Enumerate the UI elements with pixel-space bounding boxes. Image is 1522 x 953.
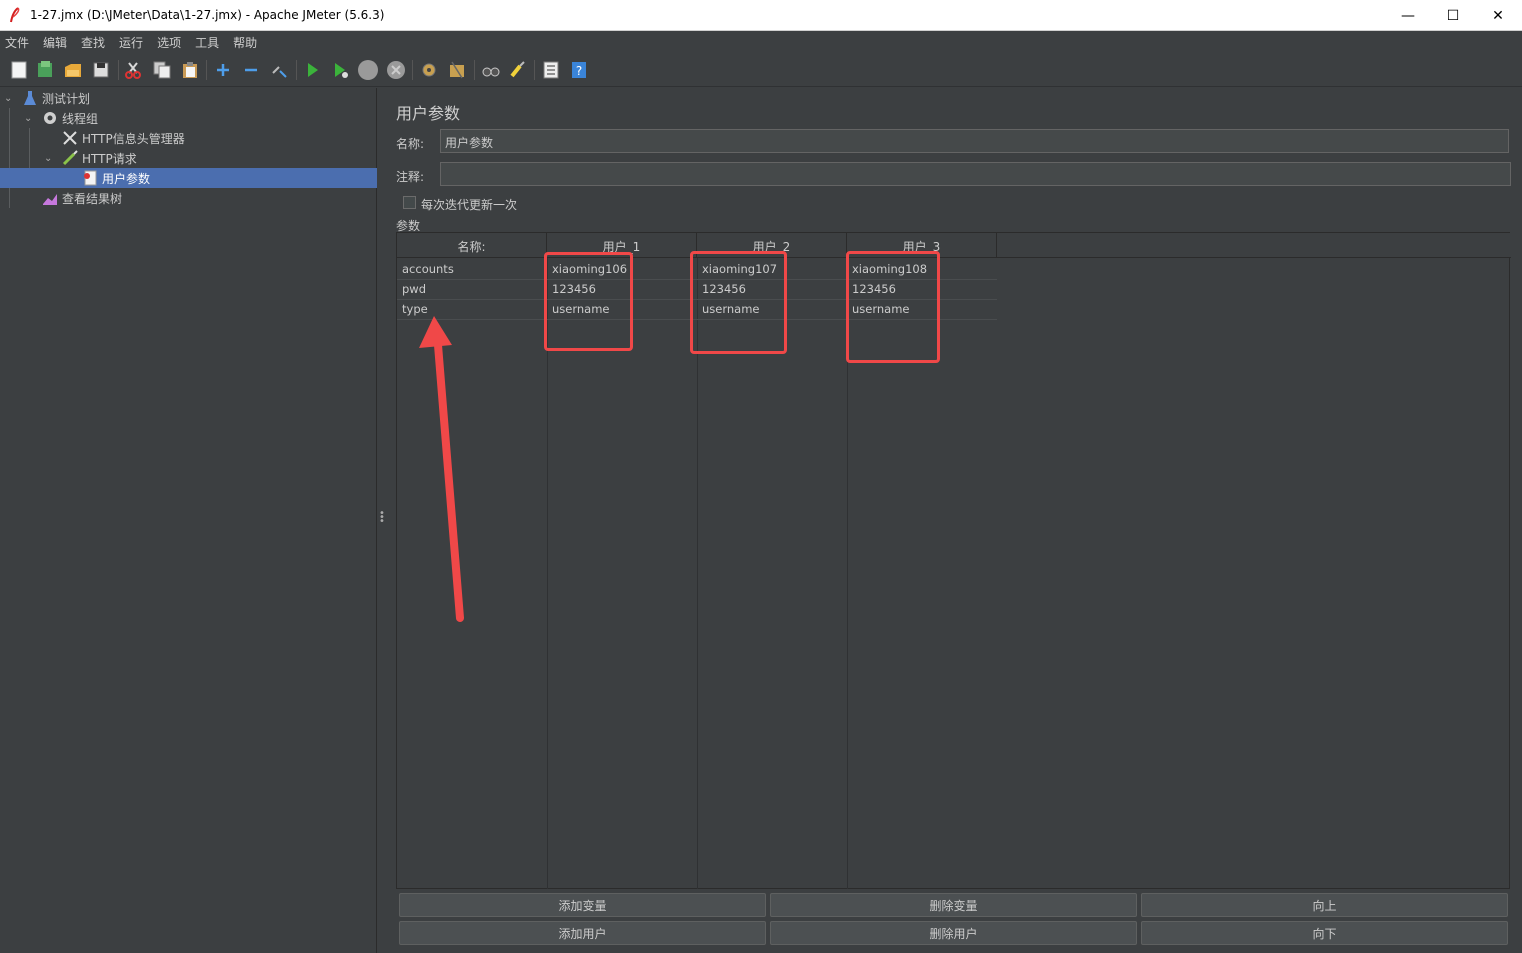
help-icon[interactable]: ? [568, 59, 590, 81]
copy-icon[interactable] [151, 59, 173, 81]
comment-field[interactable] [440, 162, 1511, 186]
comment-label: 注释: [396, 170, 425, 184]
update-per-iteration-checkbox[interactable] [403, 196, 416, 209]
shutdown-icon[interactable] [385, 59, 407, 81]
reset-search-icon[interactable] [507, 59, 529, 81]
maximize-button[interactable]: ☐ [1430, 0, 1476, 31]
tree-item-thread-group[interactable]: ⌄ 线程组 [0, 108, 377, 128]
window-title: 1-27.jmx (D:\JMeter\Data\1-27.jmx) - Apa… [30, 8, 385, 22]
add-variable-button[interactable]: 添加变量 [399, 893, 766, 917]
toolbar: ? [0, 53, 1522, 87]
templates-icon[interactable] [34, 59, 56, 81]
function-helper-icon[interactable] [540, 59, 562, 81]
table-cell[interactable]: pwd [397, 279, 547, 299]
tree-item-label: 线程组 [62, 111, 99, 126]
wrench-icon [62, 130, 78, 146]
flask-icon [22, 90, 38, 106]
close-icon: ✕ [1492, 7, 1504, 24]
menu-run[interactable]: 运行 [118, 34, 150, 51]
new-icon[interactable] [8, 59, 30, 81]
checkbox-label: 每次迭代更新一次 [421, 198, 518, 212]
menu-tools[interactable]: 工具 [194, 34, 226, 51]
save-icon[interactable] [90, 59, 112, 81]
cut-icon[interactable] [122, 59, 144, 81]
collapse-icon[interactable] [240, 59, 262, 81]
name-field[interactable]: 用户参数 [440, 129, 1509, 153]
name-label: 名称: [396, 137, 425, 151]
clear-all-icon[interactable] [446, 59, 468, 81]
tree-item-test-plan[interactable]: ⌄ 测试计划 [0, 88, 377, 108]
tree-item-label: HTTP信息头管理器 [82, 131, 185, 146]
tree-item-view-results-tree[interactable]: 查看结果树 [0, 188, 377, 208]
start-no-pause-icon[interactable] [329, 59, 351, 81]
expand-icon[interactable] [212, 59, 234, 81]
chevron-down-icon[interactable]: ⌄ [4, 93, 22, 104]
delete-user-button[interactable]: 删除用户 [770, 921, 1137, 945]
window-title-bar: 1-27.jmx (D:\JMeter\Data\1-27.jmx) - Apa… [0, 0, 1522, 31]
open-icon[interactable] [62, 59, 84, 81]
highlight-box-user-2 [690, 251, 787, 354]
tree-item-label: HTTP请求 [82, 151, 137, 166]
add-user-button[interactable]: 添加用户 [399, 921, 766, 945]
document-icon [82, 170, 98, 186]
menu-edit[interactable]: 编辑 [42, 34, 74, 51]
close-button[interactable]: ✕ [1475, 0, 1521, 31]
tree-item-label: 用户参数 [102, 171, 151, 186]
stop-icon[interactable] [357, 59, 379, 81]
move-down-button[interactable]: 向下 [1141, 921, 1508, 945]
menu-search[interactable]: 查找 [80, 34, 112, 51]
split-pane-divider[interactable]: • • • [377, 88, 385, 953]
svg-text:?: ? [576, 64, 582, 78]
chart-icon [42, 190, 58, 206]
search-icon[interactable] [480, 59, 502, 81]
user-parameters-panel: 用户参数 名称: 用户参数 注释: 每次迭代更新一次 参数 名称: 用户_1 用… [386, 88, 1522, 953]
tree-item-label: 查看结果树 [62, 191, 123, 206]
delete-variable-button[interactable]: 删除变量 [770, 893, 1137, 917]
tree-item-user-parameters[interactable]: 用户参数 [0, 168, 377, 188]
pipette-icon [62, 150, 78, 166]
table-cell[interactable]: accounts [397, 259, 547, 279]
page-title: 用户参数 [396, 104, 461, 123]
chevron-down-icon[interactable]: ⌄ [24, 113, 42, 124]
highlight-box-user-3 [846, 251, 940, 363]
chevron-down-icon[interactable]: ⌄ [44, 153, 62, 164]
gear-icon [42, 110, 58, 126]
minimize-icon: — [1401, 7, 1415, 24]
drag-handle-icon[interactable]: • • • [379, 509, 385, 527]
tree-item-label: 测试计划 [42, 91, 91, 106]
tree-item-header-manager[interactable]: HTTP信息头管理器 [0, 128, 377, 148]
jmeter-feather-icon [10, 7, 20, 23]
maximize-icon: ☐ [1446, 7, 1460, 24]
minimize-button[interactable]: — [1385, 0, 1431, 31]
highlight-box-user-1 [544, 252, 633, 351]
menu-options[interactable]: 选项 [156, 34, 188, 51]
tree-item-http-request[interactable]: ⌄ HTTP请求 [0, 148, 377, 168]
test-plan-tree: ⌄ 测试计划 ⌄ 线程组 HTTP信息头管理器 ⌄ HTTP请求 用户参数 查看… [0, 88, 377, 953]
clear-icon[interactable] [418, 59, 440, 81]
start-icon[interactable] [301, 59, 323, 81]
column-header-name[interactable]: 名称: [397, 233, 547, 258]
move-up-button[interactable]: 向上 [1141, 893, 1508, 917]
toggle-icon[interactable] [268, 59, 290, 81]
menu-bar: 文件 编辑 查找 运行 选项 工具 帮助 [0, 31, 1522, 53]
table-cell[interactable]: type [397, 299, 547, 319]
menu-file[interactable]: 文件 [4, 34, 36, 51]
paste-icon[interactable] [179, 59, 201, 81]
menu-help[interactable]: 帮助 [232, 34, 264, 51]
